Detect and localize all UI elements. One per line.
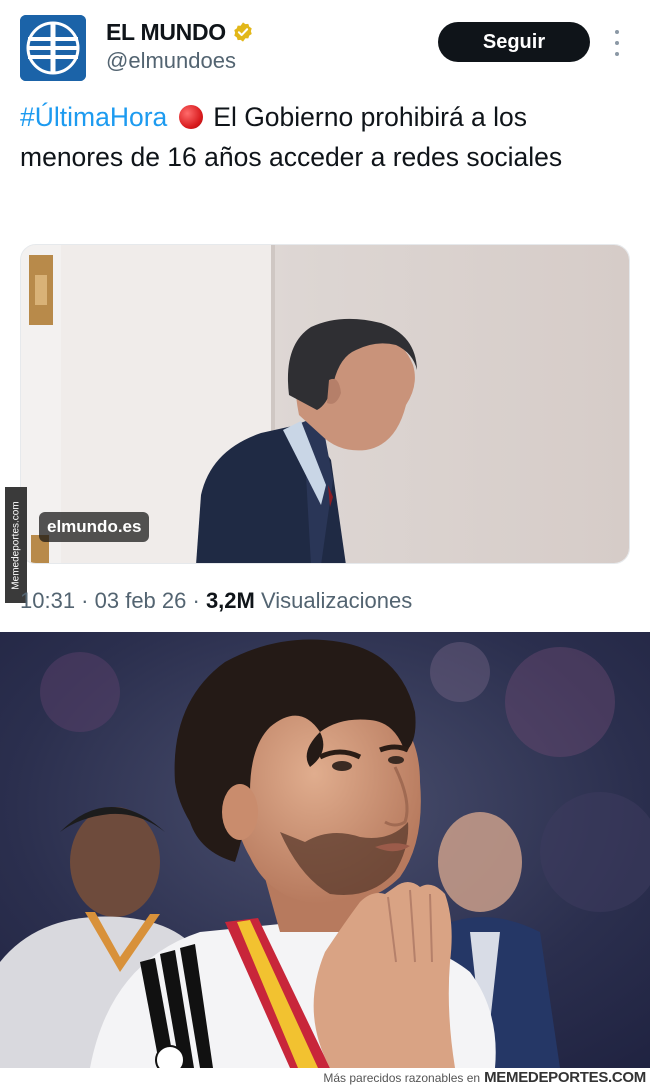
tweet-text: #ÚltimaHora El Gobierno prohibirá a los m… bbox=[20, 97, 620, 177]
media-source-badge[interactable]: elmundo.es bbox=[39, 512, 150, 542]
globe-logo-icon bbox=[20, 15, 86, 81]
player-praying-image bbox=[0, 632, 650, 1068]
red-circle-emoji-icon bbox=[179, 105, 204, 129]
hashtag-link[interactable]: #ÚltimaHora bbox=[20, 102, 167, 132]
footballer-photo bbox=[0, 632, 650, 1068]
footer-watermark: Más parecidos razonables en MEMEDEPORTES… bbox=[0, 1068, 650, 1089]
views-count: 3,2M bbox=[205, 588, 255, 613]
side-watermark: Memedeportes.com bbox=[5, 487, 27, 603]
footer-text: Más parecidos razonables en bbox=[323, 1071, 481, 1085]
tweet-date[interactable]: 03 feb 26 bbox=[95, 588, 187, 613]
tweet-time[interactable]: 10:31 bbox=[20, 588, 75, 613]
avatar[interactable] bbox=[20, 15, 86, 81]
account-name[interactable]: EL MUNDO bbox=[106, 19, 226, 46]
views-label: Visualizaciones bbox=[260, 588, 413, 613]
tweet-media-image[interactable]: elmundo.es bbox=[20, 244, 630, 564]
more-options-icon[interactable] bbox=[608, 28, 626, 58]
footer-brand[interactable]: MEMEDEPORTES.COM bbox=[484, 1069, 646, 1086]
account-handle[interactable]: @elmundoes bbox=[106, 48, 236, 74]
tweet-meta: 10:31 · 03 feb 26 · 3,2M Visualizaciones bbox=[20, 588, 413, 613]
verified-badge-icon bbox=[234, 22, 252, 42]
follow-button[interactable]: Seguir bbox=[438, 22, 590, 62]
